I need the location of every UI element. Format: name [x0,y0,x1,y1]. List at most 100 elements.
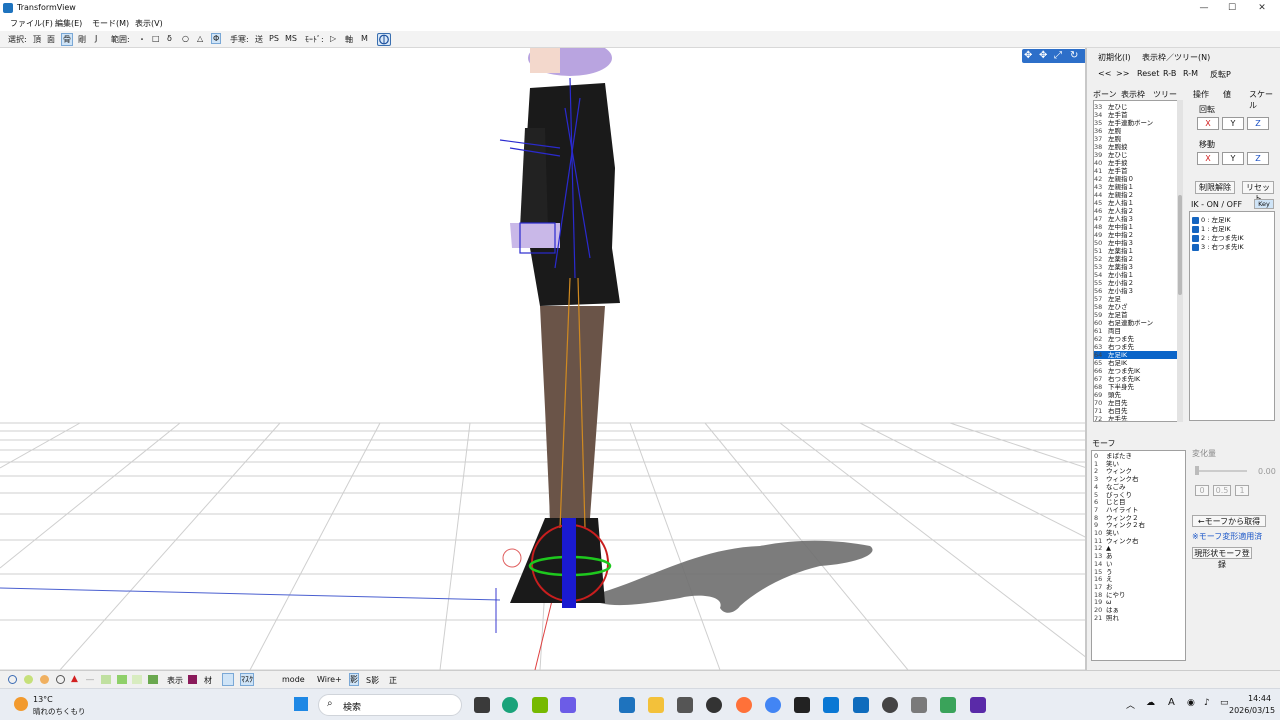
bone-list-item[interactable]: 64 左足IK [1094,351,1182,359]
taskbar-search[interactable]: ⌕ 検索 [318,694,462,716]
bone-list-item[interactable]: 68 下半身先 [1094,383,1182,391]
morph-list[interactable]: 0 まばたき 1 笑い 2 ウィンク 3 ウィンク右 4 なごみ 5 びっくり 6 じと目 7 ハイライト 8 ウ… [1091,450,1186,661]
bone-list-item[interactable]: 67 右つま先IK [1094,375,1182,383]
menu-edit[interactable]: 編集(E) [55,18,82,29]
tray-chevron-icon[interactable]: ︿ [1126,698,1135,711]
red-triangle-icon[interactable]: ▲ [71,674,78,684]
bone-list-item[interactable]: 70 左目先 [1094,399,1182,407]
clock-date[interactable]: 2026/03/15 [1229,706,1275,715]
translate-x-button[interactable]: X [1197,152,1219,165]
wire-toggle[interactable]: Wire+ [317,675,342,684]
nvidia-icon[interactable] [532,697,548,713]
green-icon-2[interactable] [117,675,127,684]
mode-dropdown[interactable]: mode [282,675,305,684]
target-icon[interactable] [56,675,65,684]
chrome-icon[interactable] [765,697,781,713]
rotate-x-button[interactable]: X [1197,117,1219,130]
windows-start-icon[interactable] [294,697,308,711]
bone-list-item[interactable]: 58 左ひざ [1094,303,1182,311]
menu-view[interactable]: 表示(V) [135,18,163,29]
app-icon-3[interactable] [940,697,956,713]
ik-checkbox[interactable] [1192,243,1199,251]
bone-list-item[interactable]: 56 左小指３ [1094,287,1182,295]
nav-prev-button[interactable]: << [1098,69,1111,78]
battery-icon[interactable]: ▭ [1220,698,1229,708]
task-view-icon[interactable] [474,697,490,713]
preset-1-button[interactable]: 1 [1235,485,1249,496]
bone-list-item[interactable]: 48 左中指１ [1094,223,1182,231]
chatgpt-icon[interactable] [706,697,722,713]
select-vertex-button[interactable]: 頂 [33,34,41,45]
preset-05-button[interactable]: 0.5 [1213,485,1231,496]
firefox-icon[interactable] [736,697,752,713]
tab-scale[interactable]: スケール [1249,89,1280,111]
bone-list-item[interactable]: 63 右つま先 [1094,343,1182,351]
mode-play-button[interactable]: ▷ [330,34,336,43]
select-face-button[interactable]: 面 [47,34,55,45]
terminal-icon[interactable] [794,697,810,713]
select-joint-button[interactable]: J [95,34,97,43]
shadow-toggle[interactable]: 影 [349,673,359,686]
minimize-button[interactable]: — [1192,1,1216,15]
bone-list-item[interactable]: 43 左親指１ [1094,183,1182,191]
bone-list-item[interactable]: 34 左手首 [1094,111,1182,119]
bone-list-item[interactable]: 72 左手先 [1094,415,1182,421]
flip-button[interactable]: 反転P [1210,69,1231,80]
bone-list-item[interactable]: 59 左足首 [1094,311,1182,319]
bone-list-item[interactable]: 53 左薬指３ [1094,263,1182,271]
reset-button[interactable]: Reset [1137,69,1159,78]
select-rigid-button[interactable]: 剛 [78,34,86,45]
volume-icon[interactable]: ♪ [1204,698,1210,708]
translate-z-button[interactable]: Z [1247,152,1269,165]
bone-list-item[interactable]: 51 左薬指１ [1094,247,1182,255]
bone-list-item[interactable]: 65 右足IK [1094,359,1182,367]
init-menu[interactable]: 初期化(I) [1098,52,1131,63]
weather-temp[interactable]: 13°C [33,695,53,704]
zoom-view-icon[interactable]: ⤢ [1054,50,1062,61]
bone-list-item[interactable]: 62 左つま先 [1094,335,1182,343]
clock-time[interactable]: 14:44 [1248,694,1271,703]
handle-send-button[interactable]: 送 [255,34,263,45]
outlook-icon[interactable] [853,697,869,713]
bone-list-item[interactable]: 36 左腕 [1094,127,1182,135]
color-swatch[interactable] [188,675,197,684]
mask-toggle[interactable]: ﾏｽｸ [240,673,254,686]
bone-list-item[interactable]: 54 左小指１ [1094,271,1182,279]
reset-ik-button[interactable]: リセット [1242,181,1274,203]
bone-list-item[interactable]: 44 左親指２ [1094,191,1182,199]
menu-file[interactable]: ファイル(F) [10,18,53,29]
move-view-icon[interactable]: ✥ [1024,50,1032,61]
vscode-icon[interactable] [823,697,839,713]
tab-operation[interactable]: 操作 [1193,89,1209,100]
delete-limit-button[interactable]: 制限解除 [1195,181,1235,194]
select-bone-button[interactable]: 骨 [61,33,73,46]
bone-list-item[interactable]: 47 左人指３ [1094,215,1182,223]
handle-ms-button[interactable]: MS [285,34,297,43]
display-tree-menu[interactable]: 表示枠／ツリー(N) [1142,52,1210,63]
vs-icon[interactable] [619,697,635,713]
bone-list-item[interactable]: 39 左ひじ [1094,151,1182,159]
bone-list-item[interactable]: 37 左腕 [1094,135,1182,143]
globe-small-icon[interactable] [8,675,17,684]
slider-thumb[interactable] [1195,466,1199,475]
display-toggle[interactable]: 表示 [167,675,183,686]
range-circle-button[interactable]: ○ [182,34,189,43]
bone-list-item[interactable]: 45 左人指１ [1094,199,1182,207]
range-triangle-button[interactable]: △ [197,34,203,43]
rotate-view-icon[interactable]: ↻ [1070,50,1078,61]
light-icon[interactable] [24,675,33,684]
range-lasso-button[interactable]: δ [167,34,172,43]
bone-list-item[interactable]: 50 左中指３ [1094,239,1182,247]
network-icon[interactable]: ◉ [1187,698,1195,708]
range-phi-button[interactable]: Φ [211,33,222,44]
change-amount-slider[interactable] [1195,470,1247,472]
translate-y-button[interactable]: Y [1222,152,1244,165]
range-rect-button[interactable]: □ [152,34,160,43]
rm-button[interactable]: R-M [1183,69,1198,78]
bone-list-item[interactable]: 57 左足 [1094,295,1182,303]
line-icon[interactable]: ― [86,675,94,684]
bone-list-item[interactable]: 52 左薬指２ [1094,255,1182,263]
ik-target-marker[interactable] [502,548,522,568]
edge-icon[interactable] [502,697,518,713]
bone-list-item[interactable]: 60 右足連動ボーン [1094,319,1182,327]
